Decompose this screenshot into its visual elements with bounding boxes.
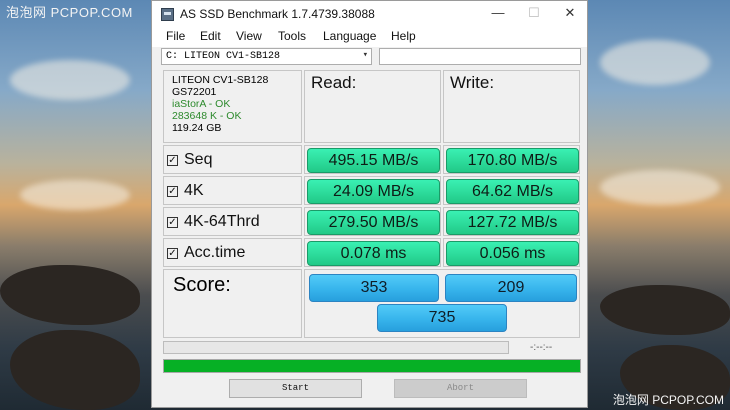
title-bar[interactable]: AS SSD Benchmark 1.7.4739.38088 — ☐ ✕ <box>152 1 587 27</box>
minimize-button[interactable]: — <box>488 4 508 22</box>
driver-status: iaStorA - OK <box>172 98 231 110</box>
acc-time-write-cell: 0.056 ms <box>443 238 580 267</box>
4k-64thrd-write-cell: 127.72 MB/s <box>443 207 580 236</box>
4k-read-value: 24.09 MB/s <box>307 179 440 204</box>
row-label: 4K <box>184 182 204 199</box>
drive-firmware: GS72201 <box>172 86 217 98</box>
watermark-top: 泡泡网 PCPOP.COM <box>6 5 133 20</box>
score-read-value: 353 <box>309 274 439 302</box>
window-title: AS SSD Benchmark 1.7.4739.38088 <box>180 7 375 21</box>
row-label: 4K-64Thrd <box>184 213 260 230</box>
drive-model: LITEON CV1-SB128 <box>172 74 269 86</box>
4k-checkbox[interactable]: ✓ <box>167 186 178 197</box>
menu-file[interactable]: File <box>166 29 185 43</box>
text-input[interactable] <box>379 48 581 65</box>
row-label: Seq <box>184 151 213 168</box>
write-header: Write: <box>443 70 580 143</box>
elapsed-time: -:--:-- <box>530 342 553 353</box>
menu-bar: File Edit View Tools Language Help <box>152 27 587 47</box>
acc-time-write-value: 0.056 ms <box>446 241 579 266</box>
rock-shape <box>600 285 730 335</box>
4k-64thrd-write-value: 127.72 MB/s <box>446 210 579 235</box>
seq-write-value: 170.80 MB/s <box>446 148 579 173</box>
score-panel: 353 209 735 <box>304 269 580 338</box>
cloud-shape <box>600 170 720 205</box>
score-label: Score: <box>163 269 302 338</box>
row-4k: ✓ 4K <box>163 176 302 205</box>
row-acc-time: ✓ Acc.time <box>163 238 302 267</box>
start-button[interactable]: Start <box>229 379 362 398</box>
menu-edit[interactable]: Edit <box>200 29 221 43</box>
menu-help[interactable]: Help <box>391 29 416 43</box>
menu-language[interactable]: Language <box>323 29 376 43</box>
score-write-value: 209 <box>445 274 577 302</box>
4k-read-cell: 24.09 MB/s <box>304 176 441 205</box>
acc-time-checkbox[interactable]: ✓ <box>167 248 178 259</box>
drive-info-panel: LITEON CV1-SB128 GS72201 iaStorA - OK 28… <box>163 70 302 143</box>
abort-button[interactable]: Abort <box>394 379 527 398</box>
4k-write-value: 64.62 MB/s <box>446 179 579 204</box>
row-4k-64thrd: ✓ 4K-64Thrd <box>163 207 302 236</box>
row-seq: ✓ Seq <box>163 145 302 174</box>
4k-64thrd-read-value: 279.50 MB/s <box>307 210 440 235</box>
alignment-status: 283648 K - OK <box>172 110 242 122</box>
rock-shape <box>0 265 140 325</box>
score-total-value: 735 <box>377 304 507 332</box>
seq-read-value: 495.15 MB/s <box>307 148 440 173</box>
seq-write-cell: 170.80 MB/s <box>443 145 580 174</box>
overall-progress-fill <box>164 360 580 372</box>
4k-64thrd-checkbox[interactable]: ✓ <box>167 217 178 228</box>
acc-time-read-cell: 0.078 ms <box>304 238 441 267</box>
menu-view[interactable]: View <box>236 29 262 43</box>
4k-write-cell: 64.62 MB/s <box>443 176 580 205</box>
rock-shape <box>10 330 140 410</box>
app-icon <box>161 8 174 21</box>
maximize-button[interactable]: ☐ <box>524 4 544 22</box>
4k-64thrd-read-cell: 279.50 MB/s <box>304 207 441 236</box>
row-label: Acc.time <box>184 244 246 261</box>
seq-checkbox[interactable]: ✓ <box>167 155 178 166</box>
chevron-down-icon[interactable]: ▾ <box>363 50 368 60</box>
cloud-shape <box>20 180 130 210</box>
benchmark-window: AS SSD Benchmark 1.7.4739.38088 — ☐ ✕ Fi… <box>151 0 588 408</box>
close-button[interactable]: ✕ <box>560 4 580 22</box>
menu-tools[interactable]: Tools <box>278 29 306 43</box>
drive-size: 119.24 GB <box>172 122 222 134</box>
read-header: Read: <box>304 70 441 143</box>
cloud-shape <box>10 60 130 100</box>
watermark-bottom: 泡泡网 PCPOP.COM <box>612 393 724 407</box>
acc-time-read-value: 0.078 ms <box>307 241 440 266</box>
drive-select-value: C: LITEON CV1-SB128 <box>166 51 281 62</box>
cloud-shape <box>600 40 710 85</box>
drive-select[interactable]: C: LITEON CV1-SB128 ▾ <box>161 48 372 65</box>
overall-progress-bar <box>163 359 581 373</box>
test-progress-bar <box>163 341 509 354</box>
seq-read-cell: 495.15 MB/s <box>304 145 441 174</box>
